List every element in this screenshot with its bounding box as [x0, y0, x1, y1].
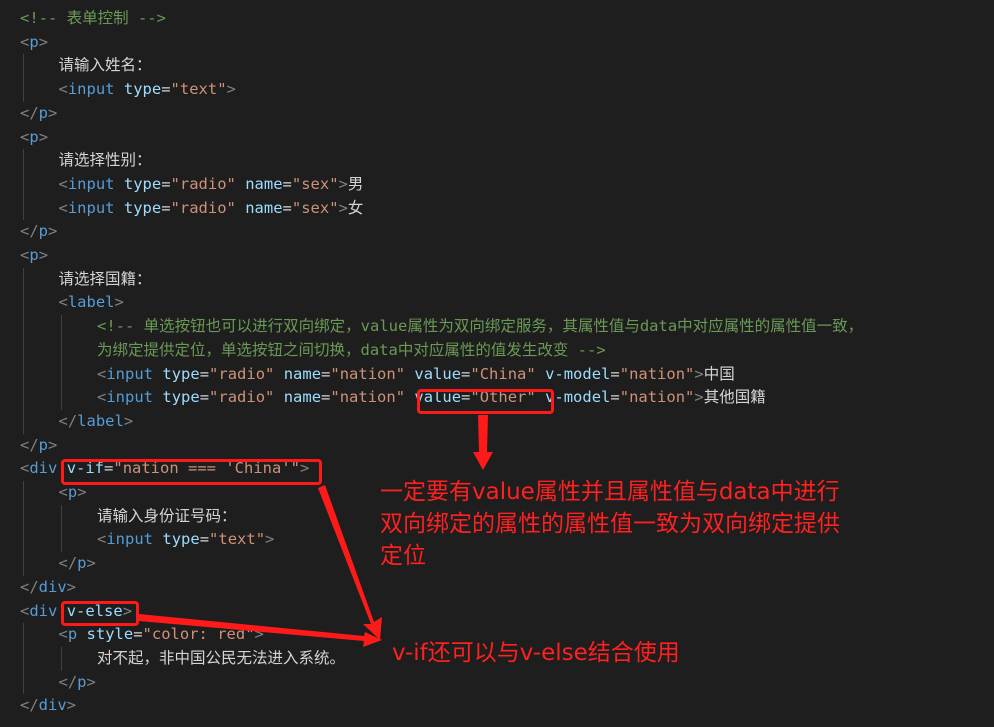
arrow-v-else-to-note: [139, 614, 382, 647]
code-editor[interactable]: <!-- 表单控制 --> <p> 请输入姓名： <input type="text"…: [0, 0, 994, 727]
annotation-value-note: 一定要有value属性并且属性值与data中进行 双向绑定的属性的属性值一致为双…: [380, 476, 840, 572]
annotation-value-line: 一定要有value属性并且属性值与data中进行: [380, 479, 840, 505]
annotation-v-if-line: v-if还可以与v-else结合使用: [392, 640, 680, 666]
arrow-value-to-note: [473, 415, 493, 470]
annotation-value-line: 双向绑定的属性的属性值一致为双向绑定提供: [380, 511, 840, 537]
annotation-value-line: 定位: [380, 543, 426, 569]
annotation-v-if-note: v-if还可以与v-else结合使用: [392, 637, 680, 669]
annotation-arrows: [139, 415, 493, 647]
arrow-v-if-to-note: [318, 485, 382, 640]
